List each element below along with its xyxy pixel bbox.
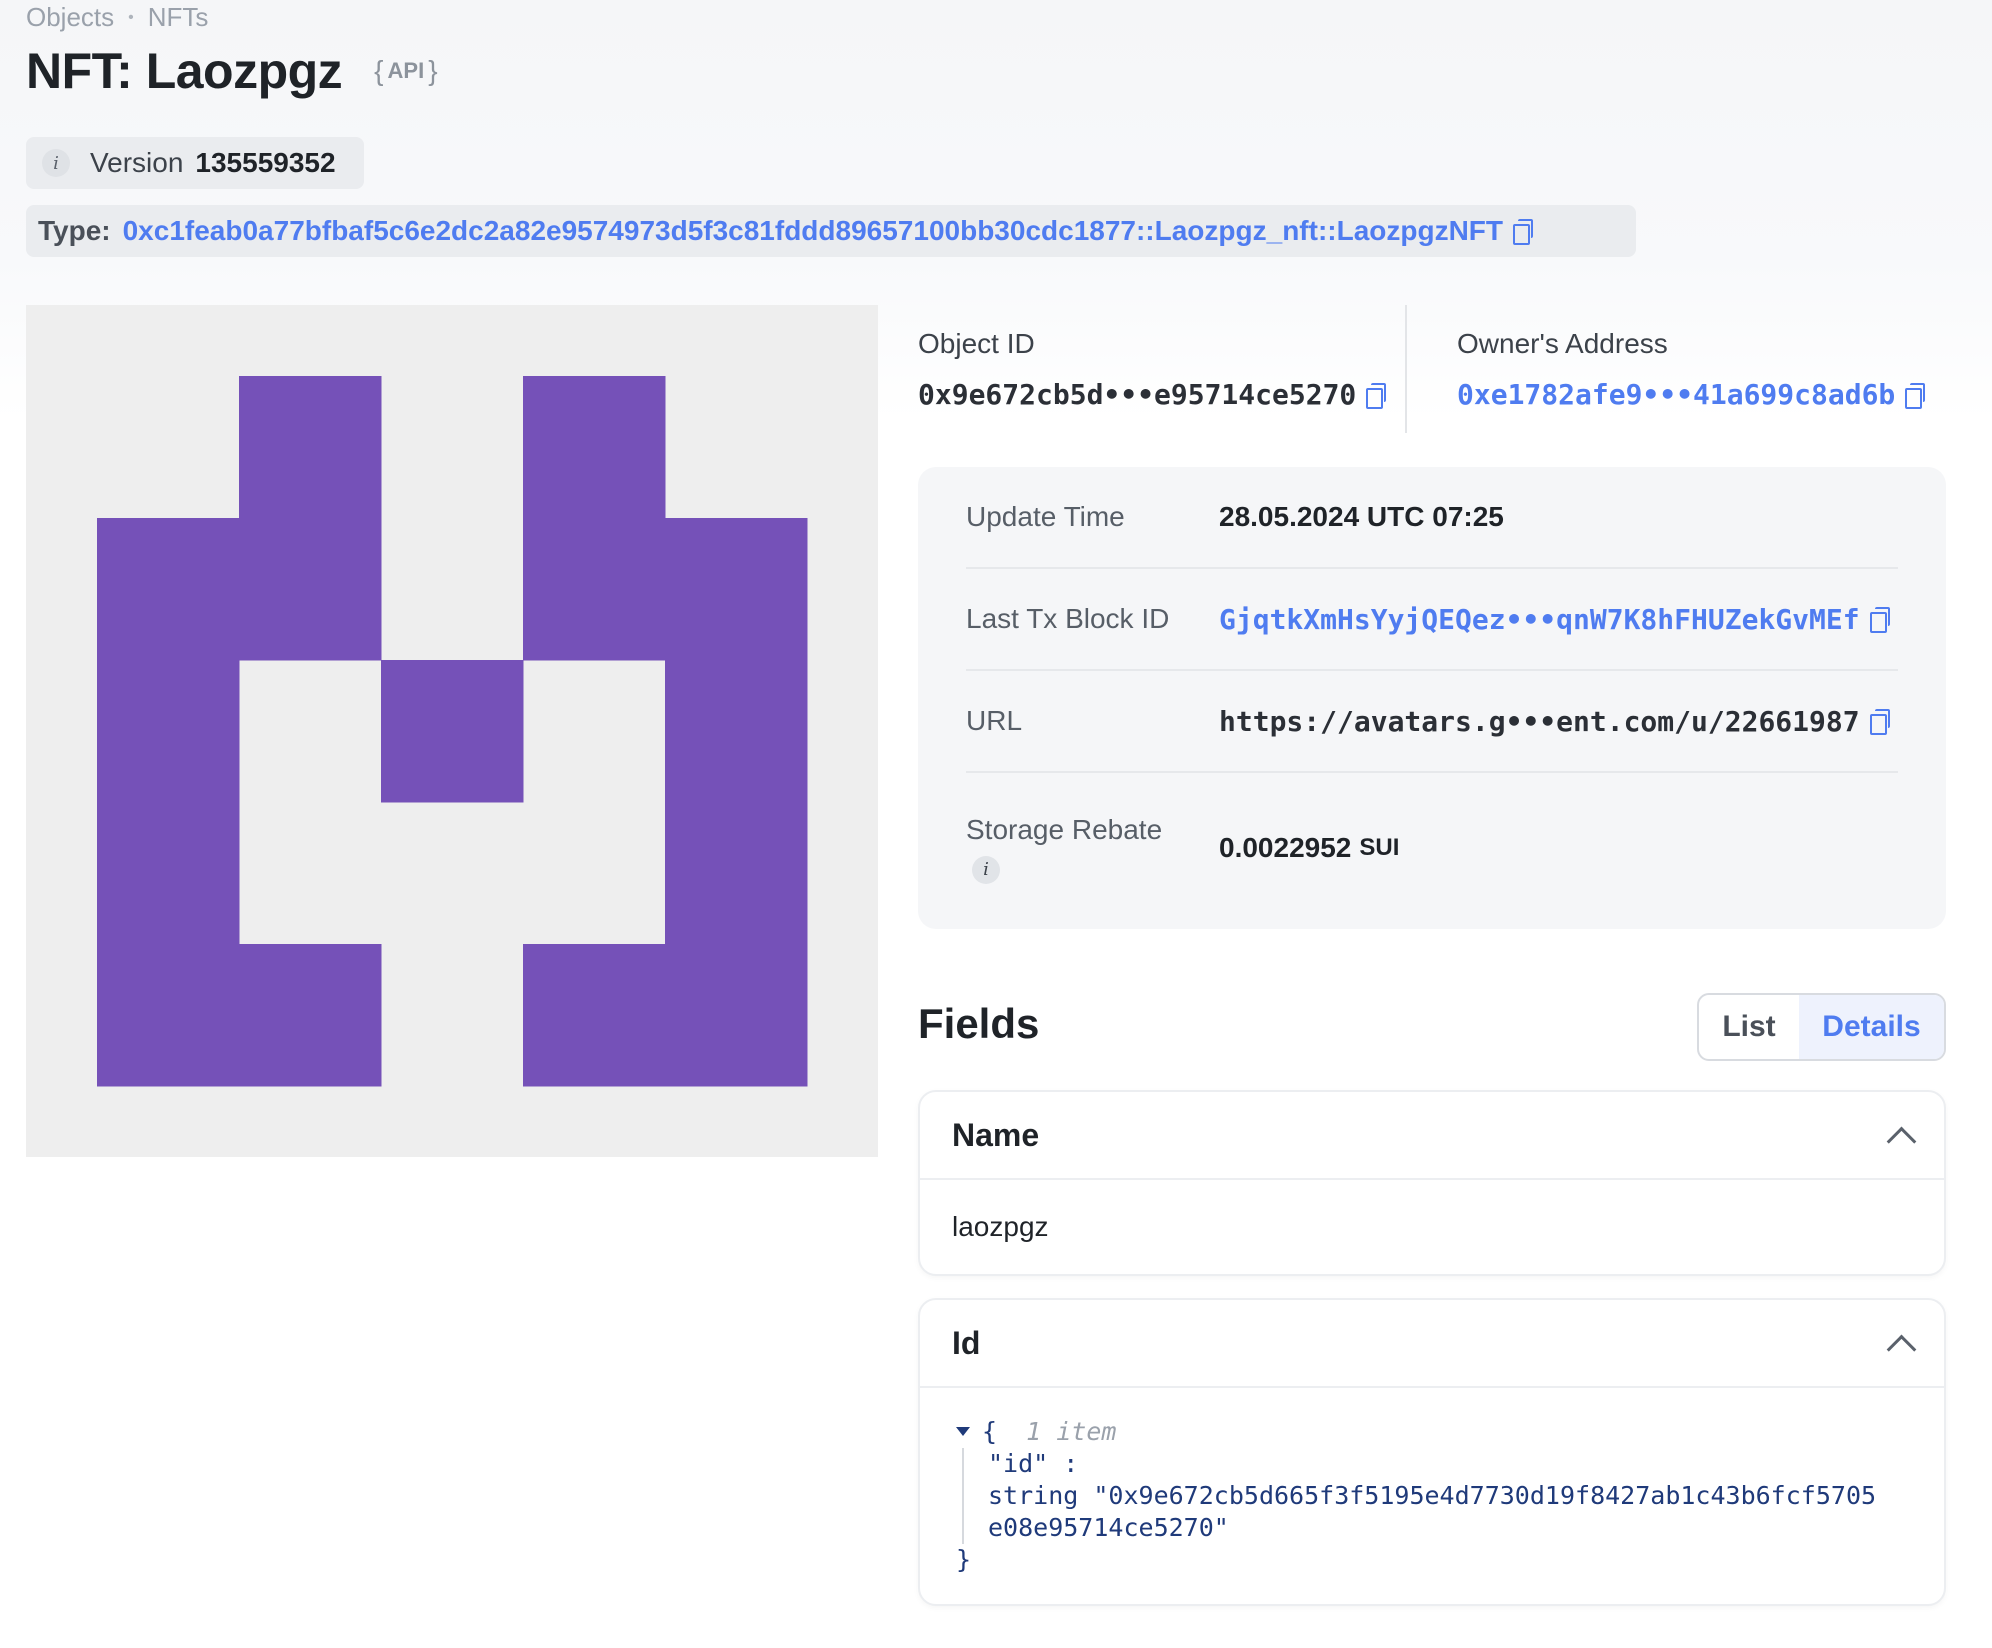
nft-image — [26, 305, 878, 1157]
identicon-cell — [239, 376, 382, 519]
meta-divider — [1405, 305, 1407, 433]
json-item-count: 1 item — [1026, 1417, 1117, 1446]
identicon-cell — [665, 518, 808, 661]
json-type: string — [988, 1481, 1079, 1510]
identicon-cell — [381, 660, 524, 803]
type-value-link[interactable]: 0xc1feab0a77bfbaf5c6e2dc2a82e9574973d5f3… — [123, 215, 1503, 247]
details-card: Update Time 28.05.2024 UTC 07:25 Last Tx… — [918, 467, 1946, 929]
copy-icon[interactable] — [1366, 382, 1387, 409]
object-id-section: Object ID 0x9e672cb5d•••e95714ce5270 — [918, 328, 1387, 411]
api-link[interactable]: { API } — [374, 55, 437, 87]
id-field-label: Id — [952, 1324, 981, 1361]
version-chip: i Version 135559352 — [26, 137, 364, 189]
url-value[interactable]: https://avatars.g•••ent.com/u/22661987 — [1219, 705, 1860, 738]
breadcrumb-nfts[interactable]: NFTs — [148, 2, 209, 33]
identicon-cell — [665, 660, 808, 803]
object-id-label: Object ID — [918, 328, 1035, 359]
url-value-row: https://avatars.g•••ent.com/u/22661987 — [1219, 705, 1890, 738]
type-chip: Type: 0xc1feab0a77bfbaf5c6e2dc2a82e95749… — [26, 205, 1636, 257]
api-brace-close: } — [428, 55, 438, 86]
info-icon[interactable]: i — [972, 856, 1000, 884]
owner-row: 0xe1782afe9•••41a699c8ad6b — [1457, 378, 1926, 411]
type-label: Type: — [38, 215, 111, 246]
storage-rebate-label-wrap: Storage Rebate i — [966, 812, 1219, 884]
chevron-up-icon[interactable] — [1888, 1331, 1912, 1355]
storage-rebate-label: Storage Rebate — [966, 814, 1163, 845]
title-row: NFT: Laozpgz { API } — [26, 42, 438, 100]
nft-identicon — [97, 376, 808, 1087]
json-value-line: string "0x9e672cb5d665f3f5195e4d7730d19f… — [988, 1480, 1908, 1512]
name-field-header[interactable]: Name — [920, 1092, 1944, 1180]
copy-icon[interactable] — [1513, 219, 1534, 245]
storage-rebate-value-row: 0.0022952 SUI — [1219, 832, 1399, 864]
name-field-label: Name — [952, 1116, 1040, 1153]
json-key: "id" : — [988, 1449, 1079, 1478]
object-id-row: 0x9e672cb5d•••e95714ce5270 — [918, 378, 1387, 411]
breadcrumb: Objects • NFTs — [26, 2, 208, 33]
identicon-cell — [665, 944, 808, 1087]
info-icon[interactable]: i — [42, 149, 70, 177]
identicon-cell — [523, 518, 666, 661]
version-label: Version — [90, 147, 184, 178]
identicon-cell — [239, 944, 382, 1087]
last-tx-link[interactable]: GjqtkXmHsYyjQEQez•••qnW7K8hFHUZekGvMEf — [1219, 603, 1860, 636]
identicon-cell — [97, 518, 240, 661]
id-field-header[interactable]: Id — [920, 1300, 1944, 1388]
storage-rebate-unit: SUI — [1359, 834, 1400, 861]
owner-address-link[interactable]: 0xe1782afe9•••41a699c8ad6b — [1457, 378, 1895, 411]
storage-rebate-row: Storage Rebate i 0.0022952 SUI — [966, 773, 1898, 923]
url-label: URL — [966, 705, 1023, 736]
breadcrumb-objects[interactable]: Objects — [26, 2, 114, 33]
view-toggle: List Details — [1697, 993, 1946, 1061]
version-value: 135559352 — [195, 147, 336, 178]
caret-down-icon[interactable] — [956, 1426, 970, 1436]
json-value-1: "0x9e672cb5d665f3f5195e4d7730d19f8427ab1… — [1093, 1481, 1877, 1510]
chevron-up-icon[interactable] — [1888, 1123, 1912, 1147]
copy-icon[interactable] — [1869, 709, 1890, 735]
json-close-brace: } — [956, 1545, 972, 1574]
identicon-cell — [97, 944, 240, 1087]
identicon-cell — [239, 518, 382, 661]
owner-section: Owner's Address 0xe1782afe9•••41a699c8ad… — [1457, 328, 1926, 411]
copy-icon[interactable] — [1905, 382, 1926, 409]
name-field-card: Name laozpgz — [918, 1090, 1946, 1276]
breadcrumb-separator: • — [128, 8, 134, 26]
api-brace-open: { — [374, 55, 384, 86]
json-open-line: { 1 item — [956, 1416, 1908, 1448]
json-value-2: e08e95714ce5270" — [988, 1513, 1229, 1542]
identicon-cell — [523, 376, 666, 519]
name-field-value: laozpgz — [952, 1211, 1049, 1242]
fields-title: Fields — [918, 1000, 1040, 1047]
update-time-label: Update Time — [966, 501, 1125, 532]
copy-icon[interactable] — [1869, 607, 1890, 633]
identicon-cell — [97, 802, 240, 945]
last-tx-value-row: GjqtkXmHsYyjQEQez•••qnW7K8hFHUZekGvMEf — [1219, 603, 1890, 636]
identicon-cell — [523, 944, 666, 1087]
details-toggle-button[interactable]: Details — [1799, 995, 1944, 1059]
last-tx-row: Last Tx Block ID GjqtkXmHsYyjQEQez•••qnW… — [966, 569, 1898, 671]
page-title: NFT: Laozpgz — [26, 43, 343, 99]
object-id-value: 0x9e672cb5d•••e95714ce5270 — [918, 378, 1357, 411]
json-open-brace: { — [982, 1417, 998, 1446]
owner-label: Owner's Address — [1457, 328, 1668, 359]
update-time-value: 28.05.2024 UTC 07:25 — [1219, 501, 1504, 532]
id-field-card: Id { 1 item "id" : string "0x9e672cb5d66… — [918, 1298, 1946, 1606]
update-time-row: Update Time 28.05.2024 UTC 07:25 — [966, 467, 1898, 569]
json-viewer: { 1 item "id" : string "0x9e672cb5d665f3… — [920, 1388, 1944, 1604]
json-inner: "id" : string "0x9e672cb5d665f3f5195e4d7… — [962, 1448, 1908, 1544]
storage-rebate-value: 0.0022952 — [1219, 832, 1352, 863]
api-label: API — [387, 58, 425, 83]
identicon-cell — [97, 660, 240, 803]
list-toggle-button[interactable]: List — [1699, 995, 1799, 1059]
url-row: URL https://avatars.g•••ent.com/u/226619… — [966, 671, 1898, 773]
identicon-cell — [665, 802, 808, 945]
last-tx-label: Last Tx Block ID — [966, 603, 1170, 634]
